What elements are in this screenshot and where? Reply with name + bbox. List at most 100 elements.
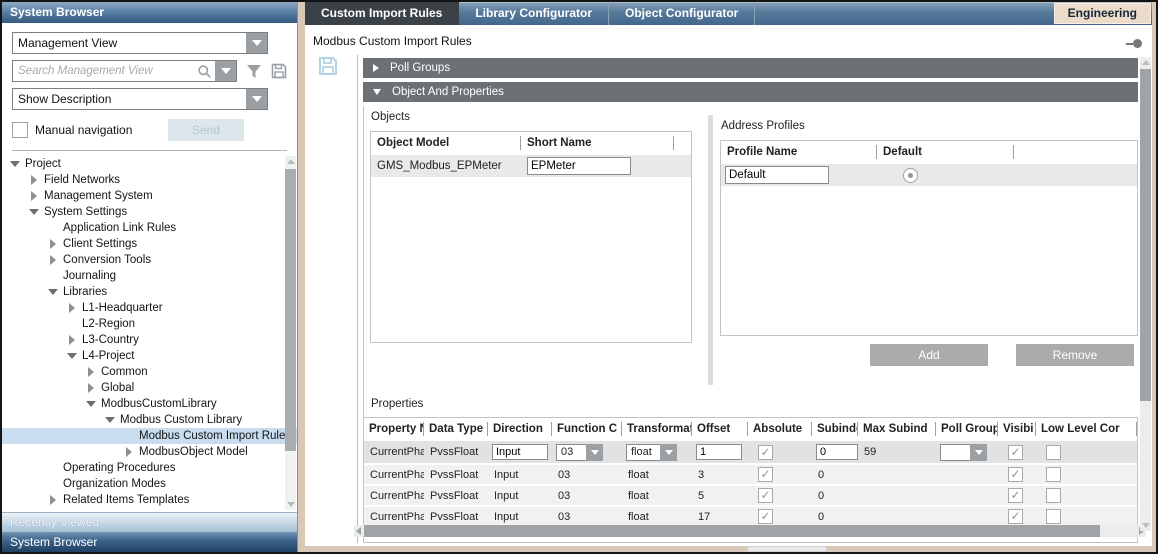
chevron-down-icon[interactable] <box>246 33 267 53</box>
visibility-checkbox[interactable] <box>1008 467 1023 482</box>
column-header-absolute[interactable]: Absolute <box>748 422 812 436</box>
offset-input[interactable] <box>696 444 742 460</box>
expand-arrow-icon[interactable] <box>124 447 134 457</box>
tree-item-modbuscustomlibrary[interactable]: ModbusCustomLibrary <box>2 396 297 412</box>
poll-groups-section-header[interactable]: Poll Groups <box>363 58 1138 78</box>
horizontal-scrollbar-thumb[interactable] <box>364 525 1100 537</box>
horizontal-scrollbar[interactable] <box>354 525 1146 537</box>
tree-item-conversion-tools[interactable]: Conversion Tools <box>2 252 297 268</box>
column-header-direction[interactable]: Direction <box>488 422 552 436</box>
low_level-checkbox[interactable] <box>1046 488 1061 503</box>
pin-icon[interactable] <box>1126 39 1142 48</box>
tree-item-field-networks[interactable]: Field Networks <box>2 172 297 188</box>
direction-input[interactable] <box>492 444 548 460</box>
expand-arrow-icon[interactable] <box>29 175 39 185</box>
chevron-down-icon[interactable] <box>970 444 987 461</box>
collapse-arrow-icon[interactable] <box>10 161 20 167</box>
tree-item-operating-procedures[interactable]: Operating Procedures <box>2 460 297 476</box>
splitter-handle[interactable] <box>747 546 827 552</box>
column-header-object-model[interactable]: Object Model <box>371 136 521 150</box>
tree-item-l4-project[interactable]: L4-Project <box>2 348 297 364</box>
view-selector-dropdown[interactable]: Management View <box>12 32 268 54</box>
tree-item-journaling[interactable]: Journaling <box>2 268 297 284</box>
transformation-dropdown[interactable]: float <box>626 444 692 461</box>
properties-row-4[interactable]: CurrentPhaPvssFloatInput03float170 <box>364 507 1137 526</box>
tree-item-global[interactable]: Global <box>2 380 297 396</box>
column-header-offset[interactable]: Offset <box>692 422 748 436</box>
column-header-function-c[interactable]: Function C <box>552 422 622 436</box>
expand-arrow-icon[interactable] <box>48 239 58 249</box>
search-input[interactable] <box>13 61 197 81</box>
tree-item-l3-country[interactable]: L3-Country <box>2 332 297 348</box>
manual-navigation-checkbox[interactable] <box>12 122 28 138</box>
absolute-checkbox[interactable] <box>758 467 773 482</box>
absolute-checkbox[interactable] <box>758 445 773 460</box>
scroll-up-icon[interactable] <box>1142 60 1150 65</box>
column-header-default[interactable]: Default <box>877 145 1014 159</box>
tree-item-l1-headquarter[interactable]: L1-Headquarter <box>2 300 297 316</box>
filter-icon[interactable] <box>246 64 262 79</box>
column-header-low-level-cor[interactable]: Low Level Cor <box>1036 422 1137 436</box>
tab-custom-import-rules[interactable]: Custom Import Rules <box>305 2 459 25</box>
column-header-poll-group[interactable]: Poll Group <box>936 422 998 436</box>
tree-item-organization-modes[interactable]: Organization Modes <box>2 476 297 492</box>
vertical-scrollbar[interactable] <box>1140 57 1151 531</box>
subindex-input[interactable] <box>816 444 858 460</box>
save-button[interactable] <box>318 56 338 81</box>
low_level-checkbox[interactable] <box>1046 467 1061 482</box>
collapse-arrow-icon[interactable] <box>29 209 39 215</box>
objects-table-row[interactable]: GMS_Modbus_EPMeter <box>371 155 691 177</box>
properties-row-2[interactable]: CurrentPhaPvssFloatInput03float30 <box>364 465 1137 484</box>
engineering-mode-button[interactable]: Engineering <box>1054 3 1151 24</box>
column-header-subinde[interactable]: Subinde <box>812 422 858 436</box>
scroll-down-icon[interactable] <box>1142 523 1150 528</box>
add-button[interactable]: Add <box>870 344 988 366</box>
tree-item-modbus-custom-import-rules[interactable]: Modbus Custom Import Rules <box>2 428 297 444</box>
tab-library-configurator[interactable]: Library Configurator <box>459 2 609 25</box>
low_level-checkbox[interactable] <box>1046 509 1061 524</box>
tree-item-l2-region[interactable]: L2-Region <box>2 316 297 332</box>
tree-item-libraries[interactable]: Libraries <box>2 284 297 300</box>
collapse-arrow-icon[interactable] <box>48 289 58 295</box>
tree-item-system-settings[interactable]: System Settings <box>2 204 297 220</box>
column-header-property-n[interactable]: Property N <box>364 422 424 436</box>
tree-scrollbar[interactable] <box>285 156 296 510</box>
expand-arrow-icon[interactable] <box>67 303 77 313</box>
tree-item-management-system[interactable]: Management System <box>2 188 297 204</box>
send-button[interactable]: Send <box>168 119 244 141</box>
object-and-properties-section-header[interactable]: Object And Properties <box>363 82 1138 102</box>
collapse-arrow-icon[interactable] <box>373 89 381 95</box>
expand-arrow-icon[interactable] <box>373 64 379 72</box>
scroll-left-icon[interactable] <box>356 527 361 535</box>
column-header-profile-name[interactable]: Profile Name <box>721 145 877 159</box>
column-header-transformat[interactable]: Transformat <box>622 422 692 436</box>
expand-arrow-icon[interactable] <box>48 255 58 265</box>
expand-arrow-icon[interactable] <box>67 335 77 345</box>
tree-item-common[interactable]: Common <box>2 364 297 380</box>
scroll-down-icon[interactable] <box>287 502 295 507</box>
default-radio[interactable] <box>903 168 918 183</box>
search-dropdown-icon[interactable] <box>215 61 236 81</box>
tree-item-project[interactable]: Project <box>2 156 297 172</box>
search-icon[interactable] <box>197 64 212 79</box>
tree-item-modbusobject-model[interactable]: ModbusObject Model <box>2 444 297 460</box>
tree-item-application-link-rules[interactable]: Application Link Rules <box>2 220 297 236</box>
properties-row-3[interactable]: CurrentPhaPvssFloatInput03float50 <box>364 486 1137 505</box>
collapse-arrow-icon[interactable] <box>105 417 115 423</box>
expand-arrow-icon[interactable] <box>29 191 39 201</box>
column-header-short-name[interactable]: Short Name <box>521 136 674 150</box>
tree-scrollbar-thumb[interactable] <box>285 169 296 451</box>
remove-button[interactable]: Remove <box>1016 344 1134 366</box>
column-header-data-type[interactable]: Data Type <box>424 422 488 436</box>
column-header-visibi[interactable]: Visibi <box>998 422 1036 436</box>
tree-item-modbus-custom-library[interactable]: Modbus Custom Library <box>2 412 297 428</box>
system-browser-bottom-bar[interactable]: System Browser <box>2 532 297 552</box>
function-code-dropdown[interactable]: 03 <box>556 444 622 461</box>
short-name-input[interactable] <box>527 157 631 175</box>
chevron-down-icon[interactable] <box>660 444 677 461</box>
visibility-checkbox[interactable] <box>1008 488 1023 503</box>
save-search-icon[interactable] <box>271 63 287 79</box>
chevron-down-icon[interactable] <box>586 444 603 461</box>
description-mode-dropdown[interactable]: Show Description <box>12 88 268 110</box>
scroll-up-icon[interactable] <box>287 159 295 164</box>
